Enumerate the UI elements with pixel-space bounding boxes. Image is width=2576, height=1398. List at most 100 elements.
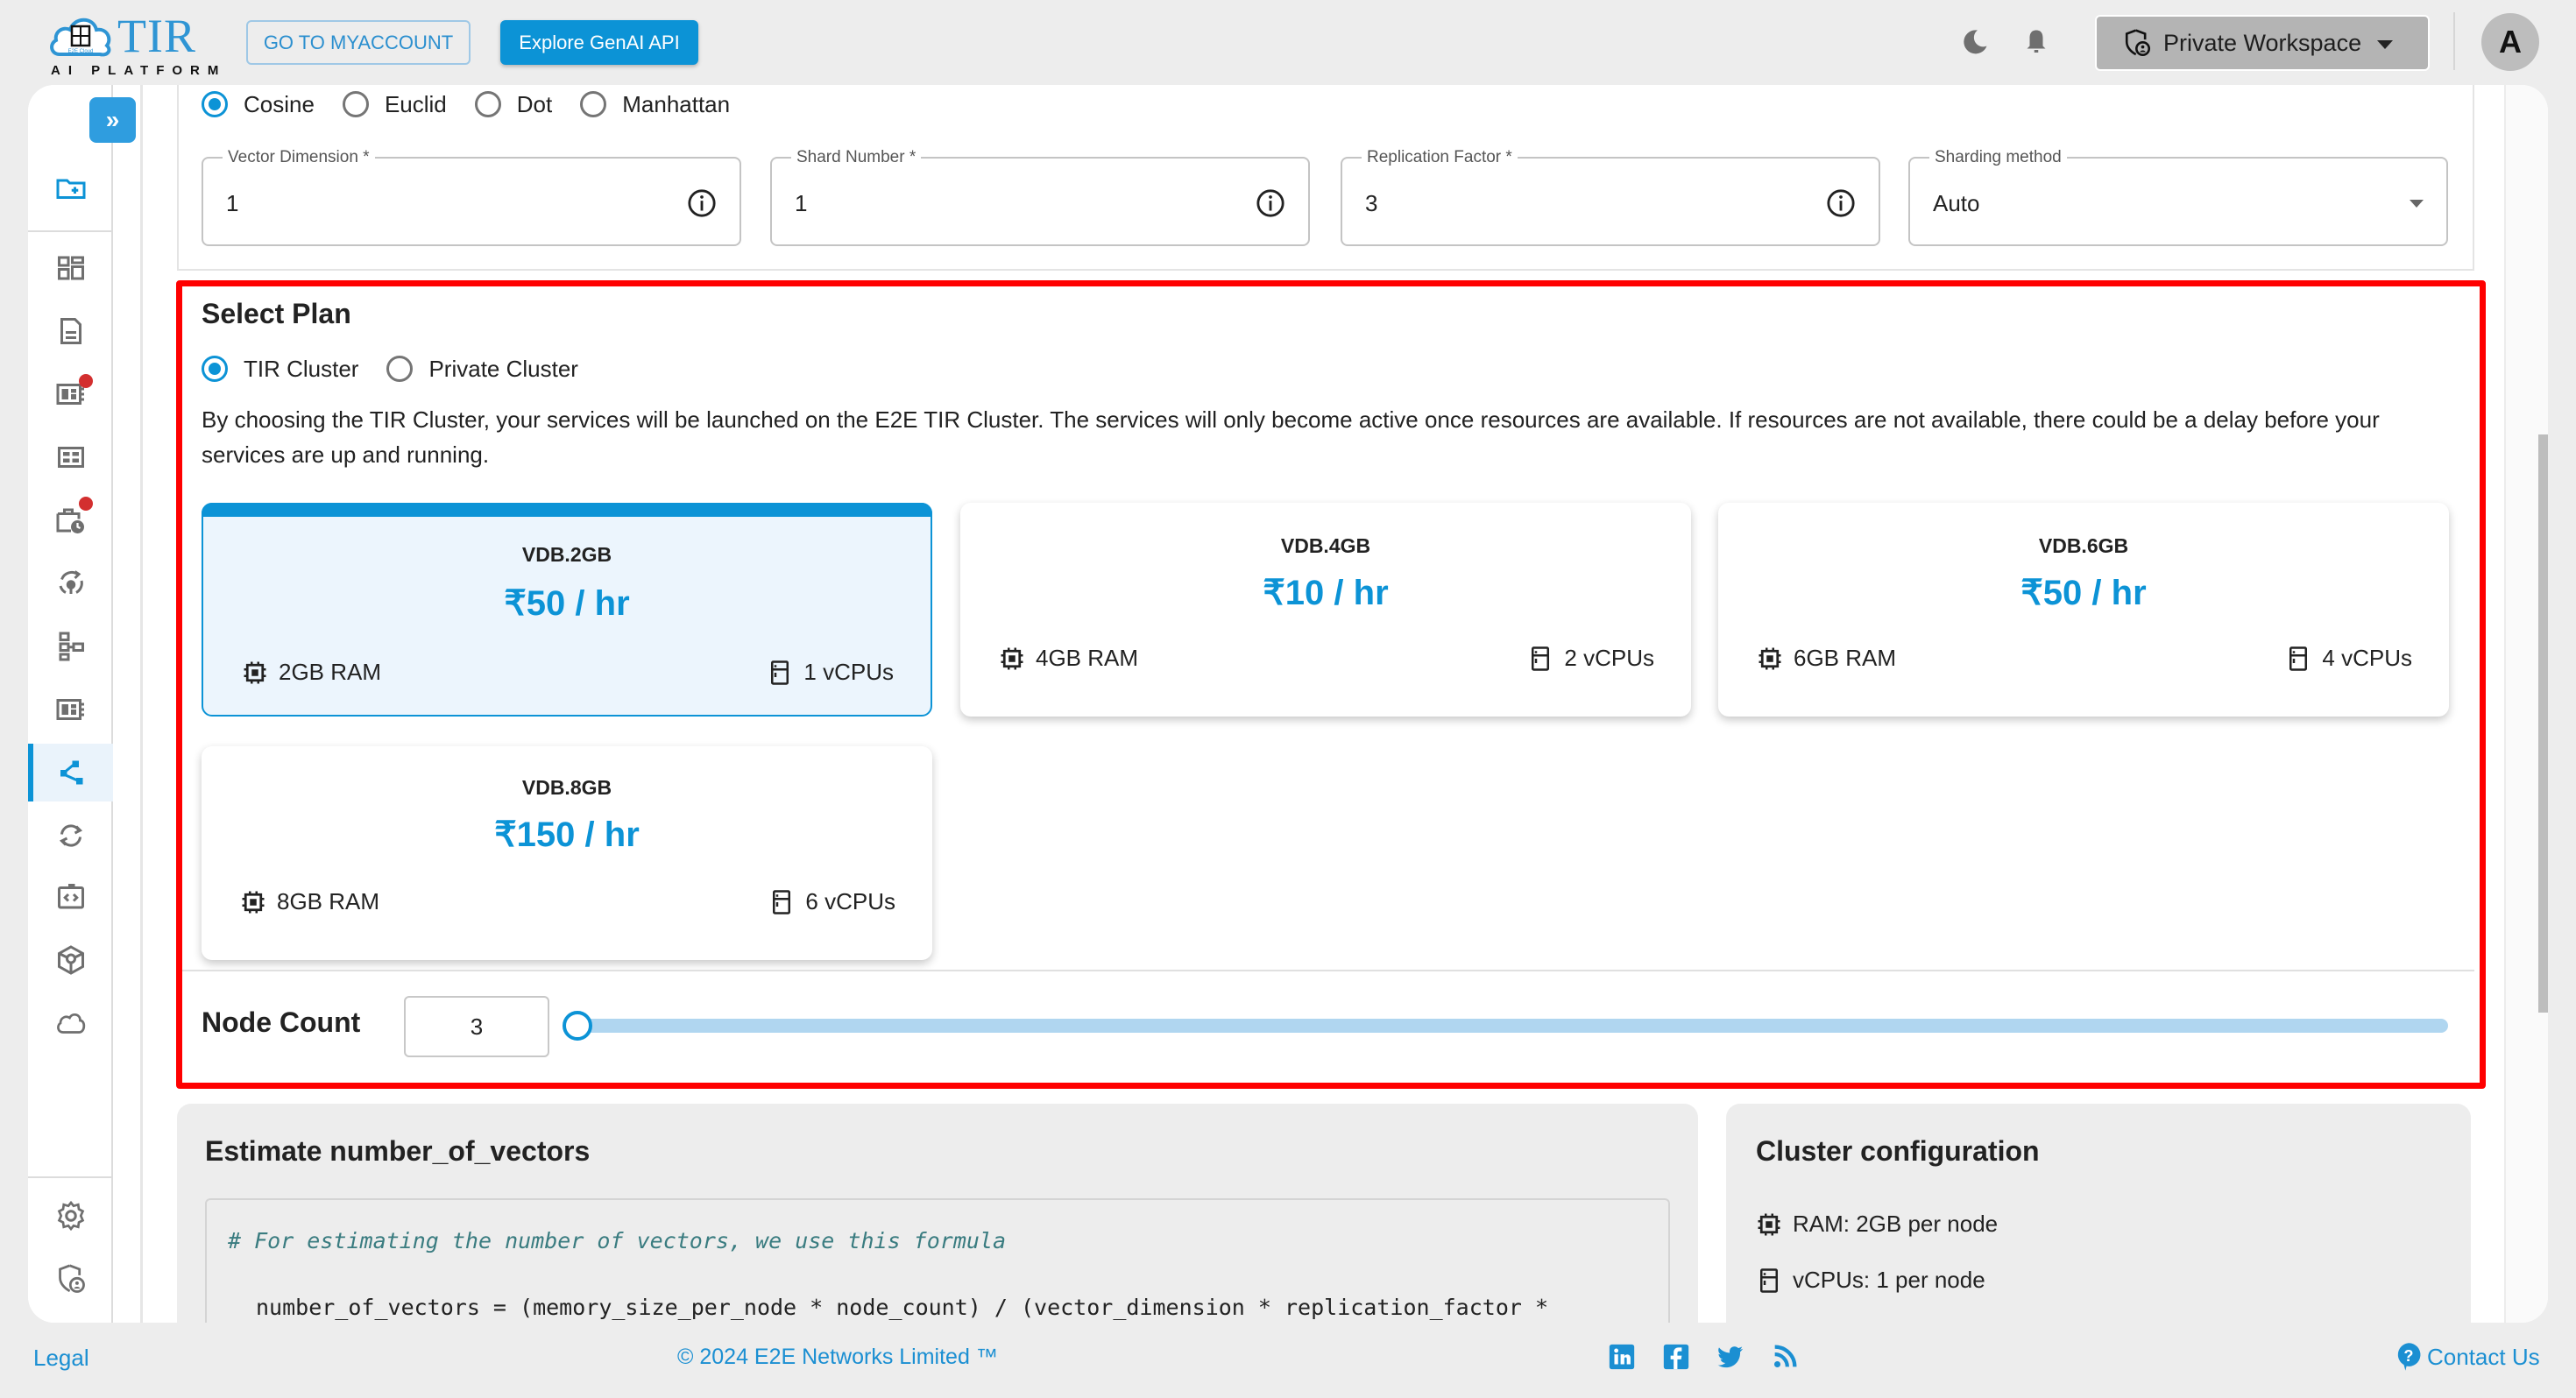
scrollbar-thumb[interactable]: [2538, 434, 2548, 1013]
copyright-text: © 2024 E2E Networks Limited ™: [677, 1345, 998, 1369]
legal-link[interactable]: Legal: [33, 1345, 89, 1372]
field-value: 3: [1365, 190, 1378, 216]
field-value: 1: [226, 190, 239, 216]
cluster-vcpus: vCPUs: 1 per node: [1756, 1267, 1985, 1294]
go-to-myaccount-button[interactable]: GO TO MYACCOUNT: [246, 20, 471, 65]
logo-title: TIR: [117, 10, 196, 62]
cpu-unit-icon: [1760, 1267, 1778, 1293]
radio-button[interactable]: [202, 356, 228, 382]
plan-name: VDB.8GB: [521, 776, 612, 799]
plan-card-vdb-6gb[interactable]: VDB.6GB ₹50 / hr 6GB RAM 4 vCPUs: [1718, 503, 2449, 717]
plan-ram: 8GB RAM: [240, 888, 379, 915]
cloud-logo-icon: E2E Cloud: [50, 18, 111, 57]
radio-button[interactable]: [386, 356, 414, 382]
plan-card-vdb-8gb[interactable]: VDB.8GB ₹150 / hr 8GB RAM 6 vCPUs: [202, 746, 932, 960]
node-count-slider-track[interactable]: [577, 1019, 2448, 1033]
logo-subtitle: AI PLATFORM: [51, 63, 227, 78]
chip-icon: [1758, 1213, 1780, 1235]
cpu-unit-icon: [771, 660, 789, 685]
section-divider: [177, 970, 2474, 971]
plan-name: VDB.4GB: [1280, 534, 1371, 557]
linkedin-icon[interactable]: [1607, 1342, 1637, 1372]
plan-ram: 4GB RAM: [999, 645, 1138, 672]
dark-mode-moon-icon[interactable]: [1959, 26, 1991, 58]
vector-db-create-form: Cosine Euclid Dot Manhattan Vector Dimen…: [28, 85, 2548, 1323]
field-label: Vector Dimension *: [223, 148, 375, 167]
user-avatar[interactable]: A: [2481, 13, 2539, 71]
chip-icon: [244, 661, 266, 683]
plan-price: ₹50 / hr: [2020, 574, 2147, 612]
cluster-type-radio-group: TIR Cluster Private Cluster: [202, 351, 606, 386]
shard-number-field[interactable]: Shard Number * 1: [770, 148, 1310, 246]
similarity-metric-radio-group: Cosine Euclid Dot Manhattan: [202, 85, 758, 126]
plan-ram: 6GB RAM: [1757, 645, 1896, 672]
chevron-down-icon: [2377, 40, 2393, 49]
plan-description: By choosing the TIR Cluster, your servic…: [202, 406, 2380, 468]
facebook-icon[interactable]: [1661, 1342, 1691, 1372]
node-count-label: Node Count: [202, 1006, 361, 1038]
select-plan-title: Select Plan: [202, 298, 351, 329]
twitter-icon[interactable]: [1716, 1342, 1745, 1372]
field-value: 1: [795, 190, 808, 216]
vector-dimension-field[interactable]: Vector Dimension * 1: [202, 148, 741, 246]
cluster-ram: RAM: 2GB per node: [1756, 1211, 1998, 1238]
footer: Legal © 2024 E2E Networks Limited ™ ? Co…: [0, 1323, 2576, 1398]
help-bubble-icon: ?: [2397, 1343, 2421, 1371]
cpu-unit-icon: [1532, 646, 1550, 671]
info-icon[interactable]: [1256, 188, 1285, 218]
rss-feed-icon[interactable]: [1770, 1342, 1800, 1372]
estimate-title: Estimate number_of_vectors: [205, 1135, 591, 1167]
plan-price: ₹10 / hr: [1263, 574, 1389, 612]
field-label: Sharding method: [1929, 148, 2067, 167]
workspace-shield-icon: [2125, 29, 2151, 57]
explore-genai-api-button[interactable]: Explore GenAI API: [500, 20, 698, 65]
sidebar-expand-button[interactable]: »: [89, 97, 136, 143]
radio-button[interactable]: [342, 91, 369, 117]
plan-cpu: 4 vCPUs: [2285, 645, 2412, 672]
node-count-slider-thumb[interactable]: [563, 1011, 592, 1041]
radio-manhattan[interactable]: Manhattan: [580, 91, 730, 118]
info-icon[interactable]: [687, 188, 717, 218]
cpu-unit-icon: [773, 889, 791, 914]
radio-button[interactable]: [474, 91, 501, 117]
tir-logo[interactable]: E2E Cloud TIR AI PLATFORM: [44, 10, 218, 78]
sharding-method-select[interactable]: Sharding method Auto: [1908, 148, 2448, 246]
plan-price: ₹50 / hr: [504, 584, 630, 623]
plan-name: VDB.2GB: [521, 543, 612, 566]
radio-private-cluster[interactable]: Private Cluster: [386, 356, 578, 383]
chip-icon: [1001, 647, 1023, 669]
node-count-input[interactable]: [404, 996, 549, 1057]
workspace-label: Private Workspace: [2163, 29, 2362, 56]
estimate-vectors-panel: Estimate number_of_vectors # For estimat…: [177, 1104, 1698, 1323]
plan-card-vdb-4gb[interactable]: VDB.4GB ₹10 / hr 4GB RAM 2 vCPUs: [960, 503, 1691, 717]
plan-name: VDB.6GB: [2038, 534, 2129, 557]
plan-cpu: 6 vCPUs: [768, 888, 895, 915]
replication-factor-field[interactable]: Replication Factor * 3: [1341, 148, 1880, 246]
field-label: Shard Number *: [791, 148, 922, 167]
header-divider: [2453, 12, 2455, 70]
field-label: Replication Factor *: [1362, 148, 1518, 167]
svg-text:?: ?: [2403, 1347, 2413, 1365]
field-value: Auto: [1933, 190, 1980, 216]
radio-tir-cluster[interactable]: TIR Cluster: [202, 356, 358, 383]
notification-bell-icon[interactable]: [2020, 26, 2052, 58]
plan-price: ₹150 / hr: [494, 816, 640, 854]
cluster-configuration-panel: Cluster configuration RAM: 2GB per node …: [1726, 1104, 2471, 1323]
svg-text:E2E Cloud: E2E Cloud: [68, 49, 94, 54]
workspace-selector[interactable]: Private Workspace: [2095, 15, 2430, 71]
chip-icon: [242, 891, 265, 913]
radio-cosine[interactable]: Cosine: [202, 91, 315, 118]
code-formula: number_of_vectors = (memory_size_per_nod…: [256, 1295, 1549, 1320]
radio-euclid[interactable]: Euclid: [342, 91, 447, 118]
radio-button[interactable]: [580, 91, 607, 117]
cluster-config-title: Cluster configuration: [1756, 1135, 2040, 1167]
plan-cpu: 2 vCPUs: [1527, 645, 1654, 672]
plan-card-vdb-2gb[interactable]: VDB.2GB ₹50 / hr 2GB RAM 1 vCPUs: [202, 503, 932, 717]
contact-us-link[interactable]: ? Contact Us: [2396, 1342, 2540, 1372]
main-shell: » Cosine Euclid Dot Manhattan Vector Dim…: [28, 85, 2548, 1323]
radio-dot[interactable]: Dot: [474, 91, 552, 118]
info-icon[interactable]: [1826, 188, 1856, 218]
chip-icon: [1759, 647, 1781, 669]
cpu-unit-icon: [2289, 646, 2308, 671]
radio-button[interactable]: [202, 91, 228, 117]
